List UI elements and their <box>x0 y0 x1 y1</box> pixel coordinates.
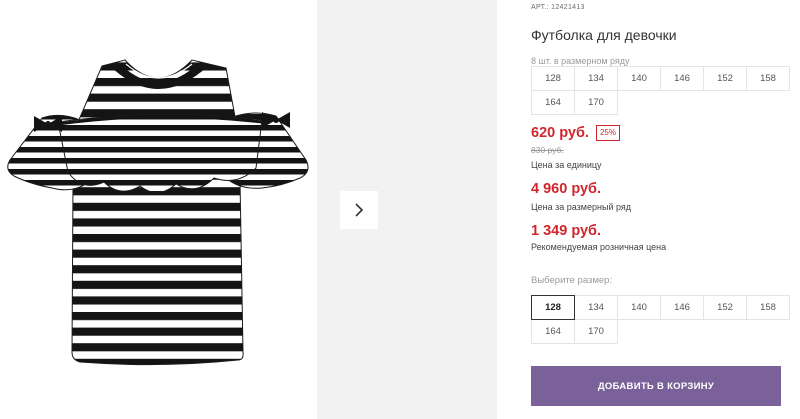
unit-price-label: Цена за единицу <box>531 160 602 170</box>
product-info: АРТ.: 12421413 Футболка для девочки 8 шт… <box>531 0 791 419</box>
discount-badge: 25% <box>595 125 620 141</box>
size-option-140[interactable]: 140 <box>617 295 661 320</box>
product-image[interactable] <box>0 0 317 419</box>
size-option-158[interactable]: 158 <box>746 295 790 320</box>
size-option-152[interactable]: 152 <box>703 295 747 320</box>
pack-size-cell: 170 <box>574 90 618 115</box>
rrp-price: 1 349 руб. <box>531 223 602 239</box>
pack-size-cell: 134 <box>574 66 618 91</box>
choose-size-label: Выберите размер: <box>531 275 613 286</box>
pack-size-cell: 128 <box>531 66 575 91</box>
article-label: АРТ.: <box>531 4 549 11</box>
unit-price: 620 руб. <box>531 125 589 141</box>
article-number: АРТ.: 12421413 <box>531 4 585 11</box>
pack-price: 4 960 руб. <box>531 181 602 197</box>
pack-size-cell: 146 <box>660 66 704 91</box>
next-image-button[interactable] <box>340 191 378 229</box>
pack-note: 8 шт. в размерном ряду <box>531 56 630 66</box>
size-option-164[interactable]: 164 <box>531 319 575 344</box>
old-price: 830 руб. <box>531 145 564 155</box>
product-gallery <box>0 0 497 419</box>
pack-size-cell: 164 <box>531 90 575 115</box>
size-option-134[interactable]: 134 <box>574 295 618 320</box>
size-picker: 128 134 140 146 152 158 164 170 <box>531 295 792 344</box>
size-option-170[interactable]: 170 <box>574 319 618 344</box>
pack-price-label: Цена за размерный ряд <box>531 202 632 212</box>
product-title: Футболка для девочки <box>531 27 677 43</box>
size-option-128[interactable]: 128 <box>531 295 575 320</box>
price-row: 620 руб. 25% <box>531 125 620 141</box>
add-to-cart-button[interactable]: ДОБАВИТЬ В КОРЗИНУ <box>531 366 781 406</box>
rrp-price-label: Рекомендуемая розничная цена <box>531 242 667 252</box>
pack-size-cell: 140 <box>617 66 661 91</box>
size-option-146[interactable]: 146 <box>660 295 704 320</box>
striped-tshirt-illustration <box>7 59 309 366</box>
pack-size-grid: 128 134 140 146 152 158 164 170 <box>531 66 792 115</box>
article-value: 12421413 <box>551 4 585 11</box>
pack-size-cell: 158 <box>746 66 790 91</box>
pack-size-cell: 152 <box>703 66 747 91</box>
chevron-right-icon <box>355 203 364 217</box>
